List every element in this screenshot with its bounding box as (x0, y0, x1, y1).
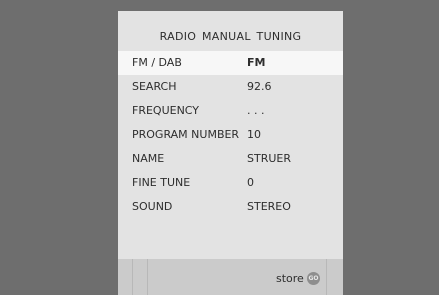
row-value: FM (247, 56, 266, 69)
row-label: FREQUENCY (132, 104, 200, 117)
menu-title: RADIO MANUAL TUNING (159, 30, 302, 43)
row-label: SOUND (132, 200, 173, 213)
row-label: SEARCH (132, 80, 177, 93)
footer-divider (132, 259, 133, 295)
row-name[interactable]: NAME STRUER (118, 147, 343, 171)
row-fine-tune[interactable]: FINE TUNE 0 (118, 171, 343, 195)
row-value: 10 (247, 128, 261, 141)
menu-rows: FM / DAB FM SEARCH 92.6 FREQUENCY . . . … (118, 51, 343, 219)
row-fm-dab[interactable]: FM / DAB FM (118, 51, 343, 75)
tuning-menu-panel: RADIO MANUAL TUNING FM / DAB FM SEARCH 9… (118, 11, 343, 295)
go-icon[interactable]: GO (307, 272, 320, 285)
menu-footer: store GO (118, 259, 343, 295)
row-label: FM / DAB (132, 56, 182, 69)
row-value: . . . (247, 104, 265, 117)
store-label: store (276, 272, 304, 285)
row-program-number[interactable]: PROGRAM NUMBER 10 (118, 123, 343, 147)
row-sound[interactable]: SOUND STEREO (118, 195, 343, 219)
row-value: 92.6 (247, 80, 272, 93)
row-label: FINE TUNE (132, 176, 191, 189)
row-frequency[interactable]: FREQUENCY . . . (118, 99, 343, 123)
row-label: PROGRAM NUMBER (132, 128, 240, 141)
row-search[interactable]: SEARCH 92.6 (118, 75, 343, 99)
row-value: STRUER (247, 152, 291, 165)
row-value: 0 (247, 176, 254, 189)
footer-divider (326, 259, 327, 295)
row-value: STEREO (247, 200, 291, 213)
row-label: NAME (132, 152, 165, 165)
footer-divider (147, 259, 148, 295)
